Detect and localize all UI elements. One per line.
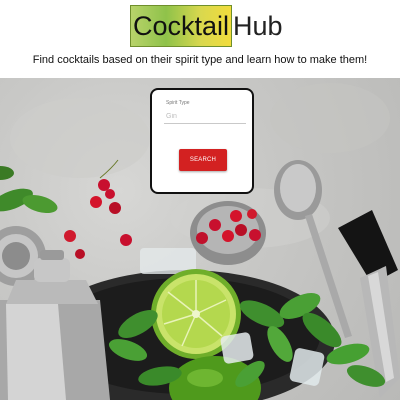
search-button[interactable]: SEARCH [179,149,227,171]
spirit-type-input[interactable] [164,109,246,124]
logo-text-cocktail: Cocktail [130,5,233,47]
logo-text-hub: Hub [233,10,283,41]
search-card: Spirit Type SEARCH [150,88,254,194]
tagline: Find cocktails based on their spirit typ… [32,54,368,66]
spirit-type-label: Spirit Type [166,100,190,106]
app-logo[interactable]: Cocktail Hub [130,5,283,47]
header: Cocktail Hub Find cocktails based on thei… [0,0,400,78]
